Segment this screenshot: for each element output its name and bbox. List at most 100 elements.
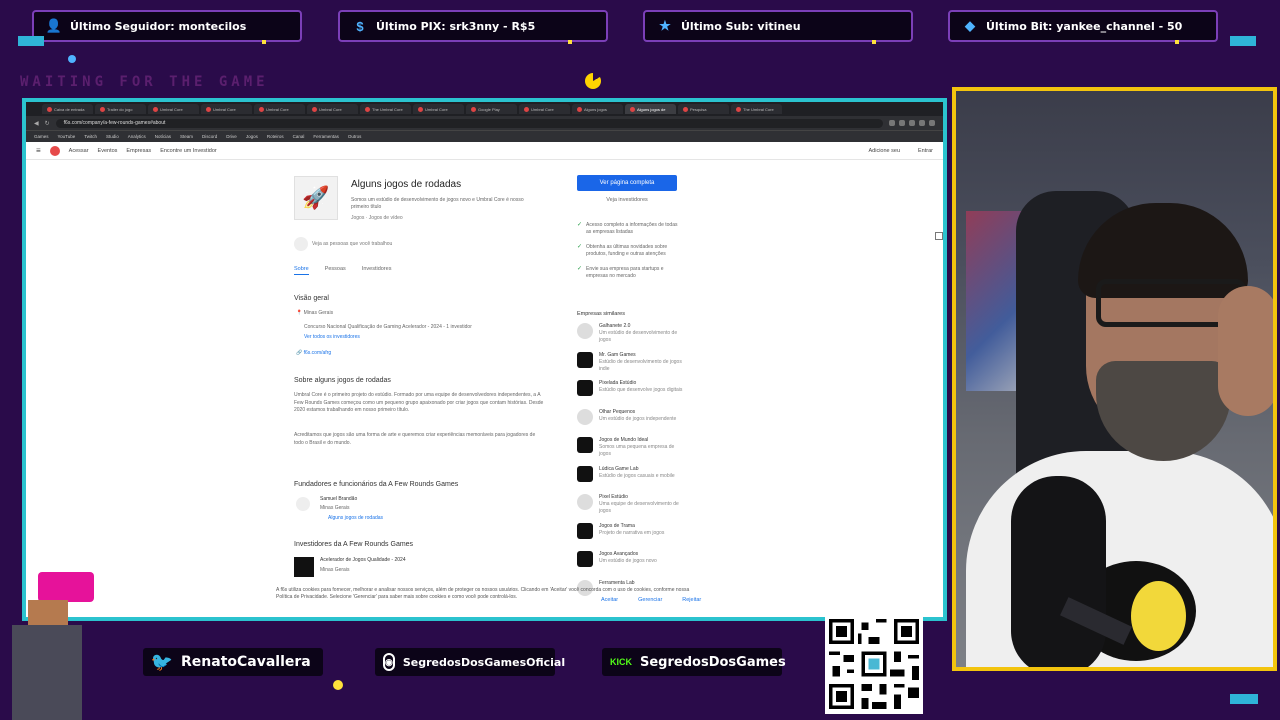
- website-link[interactable]: 🔗 f6s.com/afrg: [296, 350, 331, 357]
- bookmark-item[interactable]: Notícias: [155, 134, 171, 139]
- social-kick: KICK SegredosDosGames: [602, 648, 786, 676]
- alert-last-sub: ★ Último Sub: vitineu: [643, 10, 913, 42]
- browser-tab[interactable]: The Umbral Core: [731, 104, 782, 114]
- about-paragraph: Acreditamos que jogos são uma forma de a…: [294, 432, 536, 446]
- bookmark-item[interactable]: Games: [34, 134, 49, 139]
- nav-link[interactable]: Entrar: [918, 148, 933, 154]
- decor-dot: [872, 40, 876, 44]
- subtabs: Sobre Pessoas Investidores: [294, 266, 391, 275]
- browser-tab[interactable]: Umbral Core: [307, 104, 358, 114]
- bookmark-item[interactable]: Steam: [180, 134, 193, 139]
- similar-company[interactable]: Jogos Avançados Um estúdio de jogos novo: [577, 551, 687, 580]
- company-name: Jogos Avançados: [599, 551, 639, 557]
- bookmark-item[interactable]: Outros: [348, 134, 362, 139]
- browser-tab[interactable]: Caixa de entrada: [42, 104, 93, 114]
- overview-title: Visão geral: [294, 295, 329, 302]
- favicon-icon: [630, 106, 635, 112]
- social-handle: RenatoCavallera: [181, 654, 311, 670]
- favicon-icon: [683, 106, 688, 112]
- bookmark-item[interactable]: Discord: [202, 134, 217, 139]
- bookmark-item[interactable]: Analytics: [128, 134, 146, 139]
- similar-company[interactable]: Jogos de Trama Projeto de narrativa em jo…: [577, 522, 687, 552]
- instagram-icon: ◉: [383, 653, 395, 671]
- manage-button[interactable]: Gerenciar: [638, 597, 662, 603]
- menu-icon[interactable]: ≡: [36, 146, 41, 155]
- favicon-icon: [47, 106, 52, 112]
- browser-tab[interactable]: Trailer do jogo: [95, 104, 146, 114]
- browser-tab[interactable]: Alguns jogos de: [625, 104, 676, 114]
- nav-link[interactable]: Adicione seu: [869, 148, 901, 154]
- investor-location: Minas Gerais: [320, 567, 350, 573]
- browser-tab[interactable]: Umbral Core: [148, 104, 199, 114]
- founder-link[interactable]: Alguns jogos de rodadas: [328, 515, 383, 522]
- reload-icon[interactable]: ↻: [45, 120, 50, 127]
- decor-dot: [568, 40, 572, 44]
- browser-tab[interactable]: Umbral Core: [519, 104, 570, 114]
- tab-title: Umbral Core: [266, 106, 289, 112]
- company-desc: Somos uma pequena empresa de jogos: [599, 444, 675, 457]
- bookmark-item[interactable]: Twitch: [84, 134, 97, 139]
- bookmark-item[interactable]: Studio: [106, 134, 119, 139]
- follow-row[interactable]: Veja as pessoas que você trabalhou: [294, 237, 392, 251]
- nav-link[interactable]: Eventos: [98, 148, 118, 154]
- nav-link[interactable]: Encontre um Investidor: [160, 148, 217, 154]
- browser-tab[interactable]: The Umbral Core: [360, 104, 411, 114]
- reject-button[interactable]: Rejeitar: [682, 597, 701, 603]
- company-desc: Estúdio que desenvolve jogos digitais: [599, 387, 683, 393]
- investor-name[interactable]: Acelerador de Jogos Qualidade - 2024: [320, 557, 406, 564]
- browser-tab[interactable]: Alguns jogos: [572, 104, 623, 114]
- browser-tab[interactable]: Umbral Core: [254, 104, 305, 114]
- bookmark-item[interactable]: Jogos: [246, 134, 258, 139]
- browser-tab[interactable]: Google Play: [466, 104, 517, 114]
- accept-button[interactable]: Aceitar: [601, 597, 618, 603]
- similar-company[interactable]: Pixel Estúdio Uma equipe de desenvolvimen…: [577, 494, 687, 523]
- favicon-icon: [365, 106, 370, 112]
- browser-tab[interactable]: Umbral Core: [201, 104, 252, 114]
- qr-code[interactable]: [825, 614, 923, 714]
- bookmark-item[interactable]: Drive: [226, 134, 237, 139]
- bookmark-item[interactable]: Roteiros: [267, 134, 284, 139]
- benefit-item: ✓ Obtenha as últimas novidades sobre prod…: [577, 244, 682, 258]
- close-icon[interactable]: [935, 232, 943, 240]
- nav-link[interactable]: Empresas: [126, 148, 151, 154]
- pixel-body: [12, 625, 82, 720]
- twitter-icon: 🐦: [150, 651, 174, 672]
- similar-company[interactable]: Mr. Gam Games Estúdio de desenvolvimento …: [577, 351, 687, 381]
- company-info: Galhanete 2.0 Um estúdio de desenvolvimen…: [599, 323, 687, 352]
- investors-link[interactable]: Ver todos os investidores: [304, 334, 360, 341]
- browser-tab[interactable]: Umbral Core: [413, 104, 464, 114]
- favicon-icon: [312, 106, 317, 112]
- waiting-text: WAITING FOR THE GAME: [20, 74, 269, 90]
- view-full-page-button[interactable]: Ver página completa: [577, 175, 677, 191]
- bookmark-item[interactable]: Ferramentas: [313, 134, 339, 139]
- favicon-icon: [153, 106, 158, 112]
- back-icon[interactable]: ◀: [34, 120, 39, 127]
- view-investors-link[interactable]: Veja investidores: [577, 197, 677, 203]
- company-info: Pixel Estúdio Uma equipe de desenvolvimen…: [599, 494, 687, 523]
- favicon-icon: [577, 106, 582, 112]
- bookmark-item[interactable]: Canal: [293, 134, 305, 139]
- browser-tab[interactable]: Pesquisa: [678, 104, 729, 114]
- qr-code-graphic: [829, 619, 919, 709]
- url-input[interactable]: f6s.com/company/a-few-rounds-games#about: [55, 118, 883, 128]
- founder-name[interactable]: Samuel Brandão: [320, 496, 357, 503]
- favicon-icon: [736, 106, 741, 112]
- similar-company[interactable]: Olhar Pequenos Um estúdio de jogos indepe…: [577, 408, 687, 438]
- tab-people[interactable]: Pessoas: [325, 266, 346, 275]
- nav-link[interactable]: Acessar: [69, 148, 89, 154]
- company-desc: Um estúdio de jogos novo: [599, 558, 657, 564]
- similar-company[interactable]: Pixelada Estúdio Estúdio que desenvolve j…: [577, 380, 687, 409]
- company-info: Jogos de Mundo Ideal Somos uma pequena em…: [599, 437, 687, 466]
- similar-company[interactable]: Lúdica Game Lab Estúdio de jogos casuais …: [577, 465, 687, 495]
- tab-title: Alguns jogos de: [637, 106, 666, 112]
- web-page: ≡ Acessar Eventos Empresas Encontre um I…: [26, 142, 943, 617]
- benefit-text: Acesso completo a informações de todas a…: [586, 222, 678, 235]
- decor-dot: [68, 55, 76, 63]
- similar-company[interactable]: Galhanete 2.0 Um estúdio de desenvolvimen…: [577, 323, 687, 352]
- similar-company[interactable]: Jogos de Mundo Ideal Somos uma pequena em…: [577, 437, 687, 466]
- bookmark-item[interactable]: YouTube: [58, 134, 76, 139]
- cookie-buttons: Aceitar Gerenciar Rejeitar: [601, 597, 701, 603]
- tab-investors[interactable]: Investidores: [362, 266, 392, 275]
- tab-about[interactable]: Sobre: [294, 266, 309, 275]
- site-logo[interactable]: [49, 145, 60, 156]
